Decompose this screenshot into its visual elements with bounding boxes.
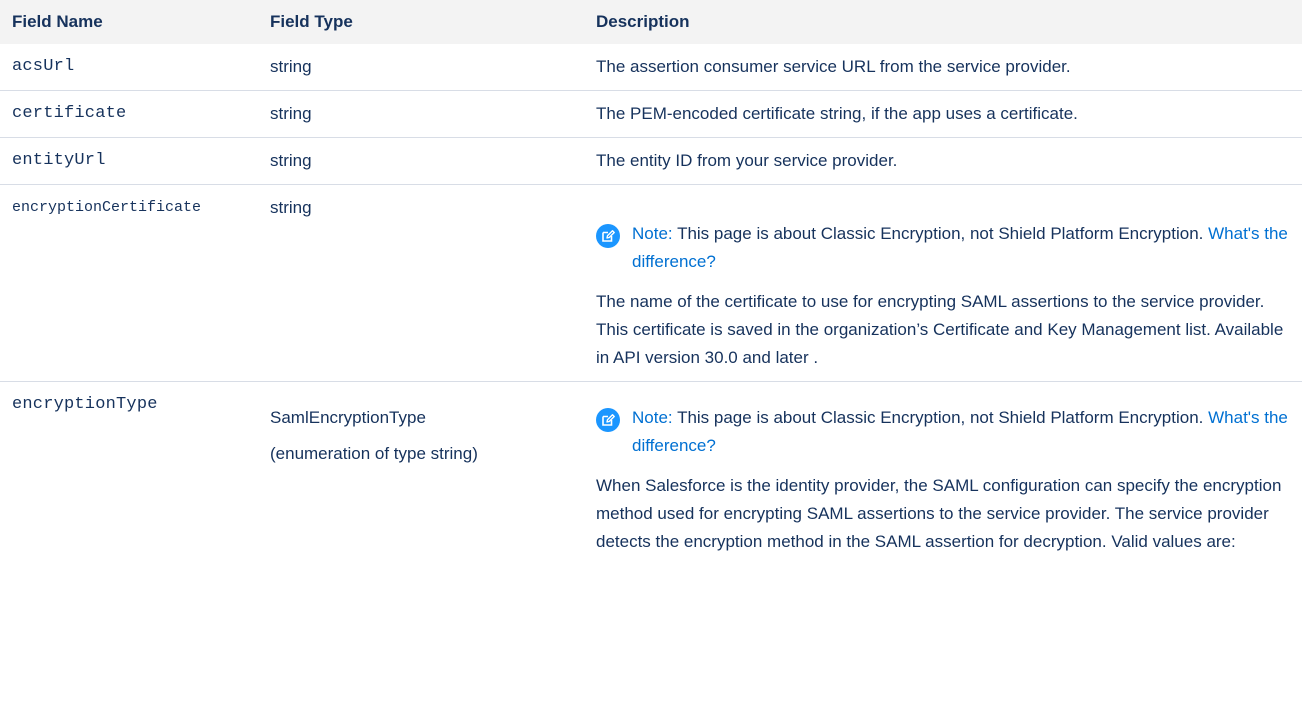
field-type-cell: SamlEncryptionType (enumeration of type …	[258, 381, 584, 565]
field-type: string	[258, 184, 584, 382]
note-label: Note:	[632, 224, 673, 243]
field-description: The assertion consumer service URL from …	[596, 57, 1071, 76]
field-name: encryptionCertificate	[0, 184, 258, 382]
field-description-cell: Note: This page is about Classic Encrypt…	[584, 381, 1302, 565]
table-row: encryptionCertificate string Note: This …	[0, 184, 1302, 382]
note-text: This page is about Classic Encryption, n…	[677, 408, 1204, 427]
field-description-cell: Note: This page is about Classic Encrypt…	[584, 184, 1302, 382]
table-row: entityUrl string The entity ID from your…	[0, 137, 1302, 185]
note-callout: Note: This page is about Classic Encrypt…	[596, 404, 1292, 460]
table-header: Field Name Field Type Description	[0, 0, 1302, 44]
header-description: Description	[584, 0, 1302, 44]
field-name: encryptionType	[0, 381, 258, 565]
note-text: This page is about Classic Encryption, n…	[677, 224, 1204, 243]
header-field-name: Field Name	[0, 0, 258, 44]
field-description: The PEM-encoded certificate string, if t…	[584, 90, 1302, 138]
field-type: string	[270, 57, 312, 76]
field-name: acsUrl	[12, 57, 75, 76]
field-description: The name of the certificate to use for e…	[596, 292, 1284, 367]
field-type: string	[258, 137, 584, 185]
edit-note-icon	[596, 224, 620, 248]
field-table: Field Name Field Type Description acsUrl…	[0, 0, 1302, 565]
field-name: certificate	[0, 90, 258, 138]
field-name: entityUrl	[0, 137, 258, 185]
header-field-type: Field Type	[258, 0, 584, 44]
field-type: SamlEncryptionType	[270, 408, 426, 427]
table-row: acsUrl string The assertion consumer ser…	[0, 44, 1302, 91]
field-type: string	[258, 90, 584, 138]
field-type-subtitle: (enumeration of type string)	[270, 444, 478, 463]
field-description: When Salesforce is the identity provider…	[596, 476, 1282, 551]
table-row: certificate string The PEM-encoded certi…	[0, 90, 1302, 138]
note-label: Note:	[632, 408, 673, 427]
note-callout: Note: This page is about Classic Encrypt…	[596, 220, 1292, 276]
field-description: The entity ID from your service provider…	[584, 137, 1302, 185]
edit-note-icon	[596, 408, 620, 432]
table-row: encryptionType SamlEncryptionType (enume…	[0, 381, 1302, 565]
